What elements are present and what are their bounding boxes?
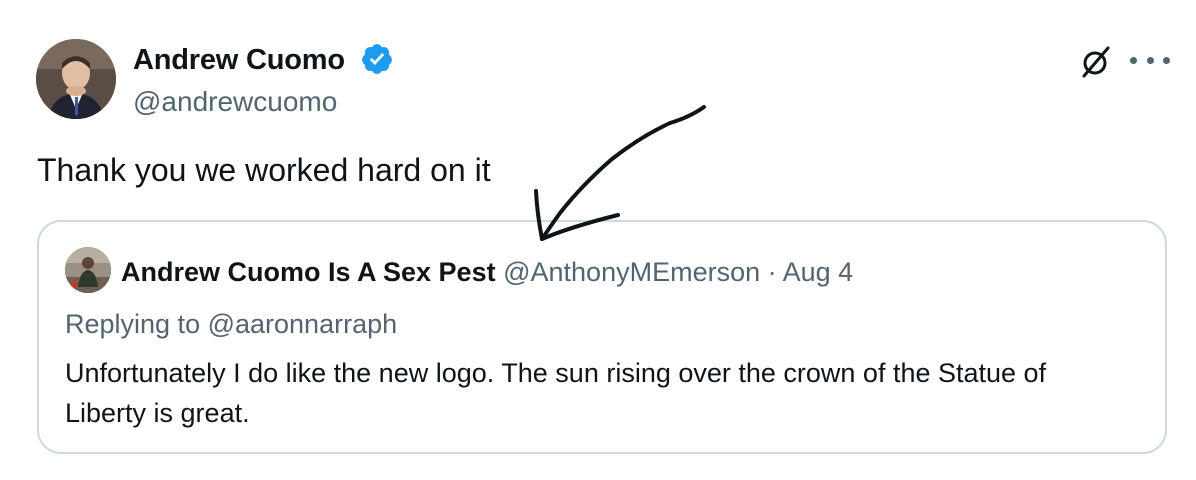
quoted-tweet-date[interactable]: Aug 4: [783, 257, 854, 287]
more-dot-3: [1163, 56, 1170, 64]
author-handle[interactable]: @andrewcuomo: [133, 86, 337, 118]
more-dot-2: [1146, 56, 1154, 64]
tweet-container: Andrew Cuomo @andrewcuomo Thank you we w…: [0, 0, 1196, 480]
hand-drawn-arrow: [534, 105, 706, 241]
quoted-tweet-header: Andrew Cuomo Is A Sex Pest @AnthonyMEmer…: [121, 257, 853, 288]
grok-icon[interactable]: [1078, 44, 1114, 80]
author-name[interactable]: Andrew Cuomo: [133, 44, 345, 77]
quoted-avatar-photo: [65, 247, 111, 293]
quoted-author-avatar[interactable]: [65, 247, 111, 293]
more-options-icon[interactable]: [1130, 50, 1170, 70]
quoted-author-handle[interactable]: @AnthonyMEmerson: [503, 257, 760, 287]
replying-to-label: Replying to: [65, 309, 208, 339]
replying-to-handle[interactable]: @aaronnarraph: [208, 309, 398, 339]
quoted-author-name[interactable]: Andrew Cuomo Is A Sex Pest: [121, 257, 496, 287]
replying-to-line: Replying to @aaronnarraph: [65, 309, 397, 340]
avatar-photo: [36, 39, 116, 119]
author-avatar[interactable]: [36, 39, 116, 119]
more-dot-1: [1130, 56, 1137, 64]
verified-badge-icon: [362, 44, 392, 74]
quoted-tweet-card[interactable]: Andrew Cuomo Is A Sex Pest @AnthonyMEmer…: [37, 220, 1167, 454]
tweet-text: Thank you we worked hard on it: [37, 152, 491, 188]
header-separator: ·: [760, 257, 783, 287]
quoted-tweet-text: Unfortunately I do like the new logo. Th…: [65, 358, 1047, 428]
